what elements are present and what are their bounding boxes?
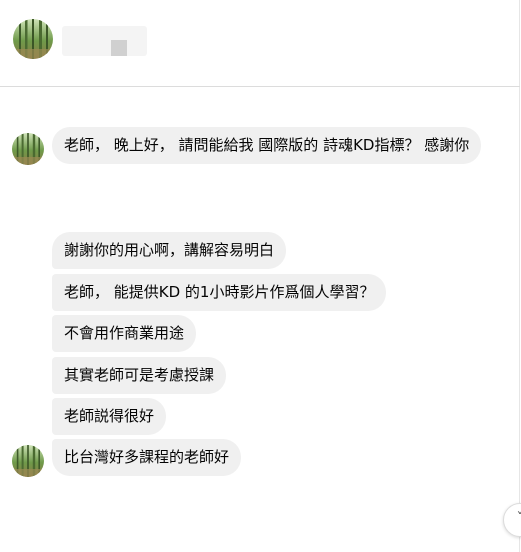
- message-bubble: 比台灣好多課程的老師好: [52, 439, 242, 476]
- chevron-down-icon: ˇ: [516, 511, 521, 527]
- sender-avatar[interactable]: [12, 445, 44, 477]
- message-bubble: 謝謝你的用心啊，講解容易明白: [52, 232, 287, 269]
- chat-header: [0, 0, 520, 87]
- message-bubble: 其實老師可是考慮授課: [52, 357, 227, 394]
- forest-avatar-icon: [13, 19, 53, 59]
- message-bubble: 老師， 能提供KD 的1小時影片作爲個人學習？: [52, 274, 387, 311]
- contact-name-redacted: [62, 26, 147, 56]
- sender-avatar[interactable]: [12, 133, 44, 165]
- redaction-block: [111, 40, 127, 56]
- forest-avatar-icon: [12, 445, 44, 477]
- message-bubble: 老師説得很好: [52, 398, 167, 435]
- message-bubble: 老師， 晚上好， 請問能給我 國際版的 詩魂KD指標？ 感謝你: [52, 127, 482, 164]
- forest-avatar-icon: [12, 133, 44, 165]
- contact-avatar[interactable]: [13, 19, 53, 59]
- message-bubble: 不會用作商業用途: [52, 315, 197, 352]
